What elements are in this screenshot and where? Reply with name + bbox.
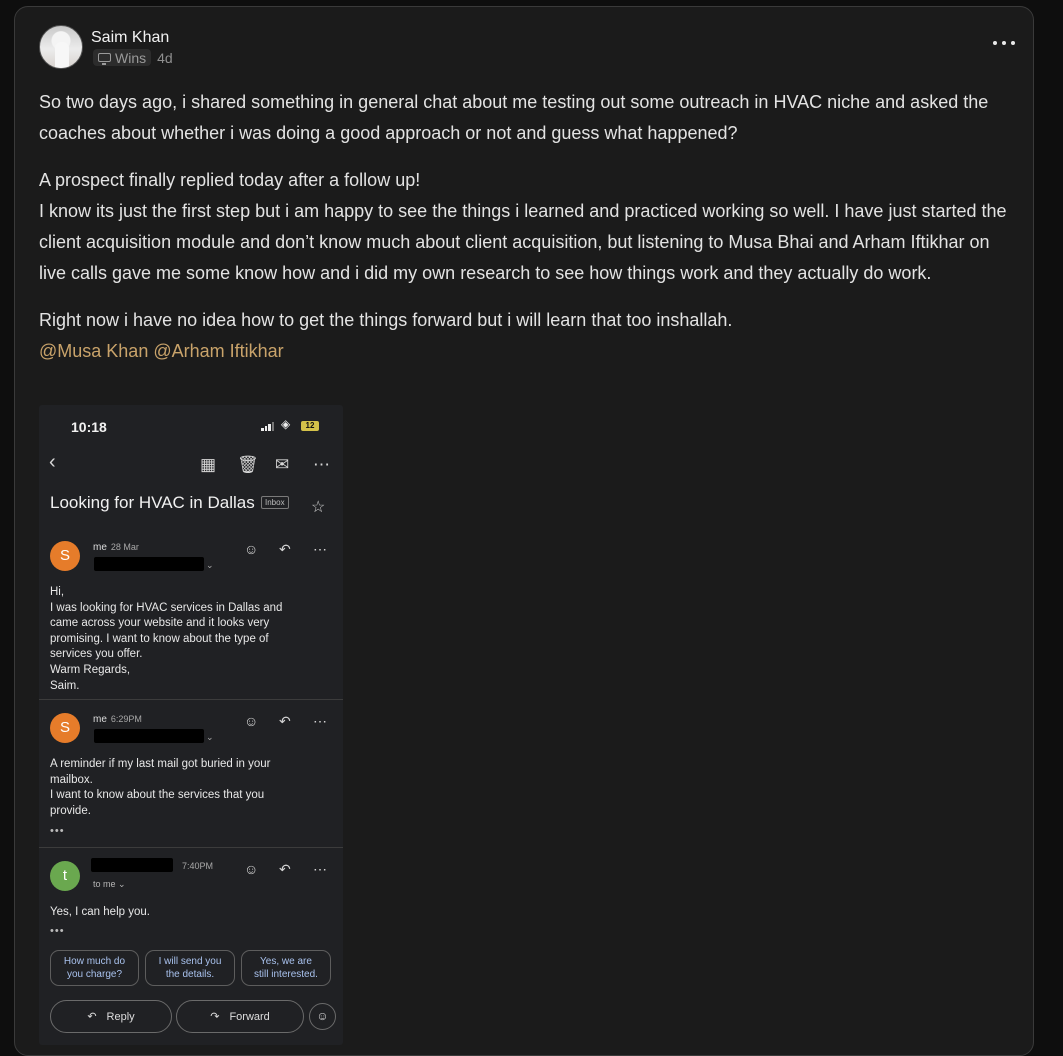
chevron-down-icon: ⌄ bbox=[206, 732, 214, 742]
message-body: A reminder if my last mail got buried in… bbox=[50, 758, 271, 817]
ellipsis-icon: ••• bbox=[50, 925, 65, 937]
divider bbox=[39, 847, 343, 848]
overflow-icon: ⋯ bbox=[313, 541, 327, 557]
message-time: 7:40PM bbox=[182, 861, 214, 871]
redacted-recipient bbox=[94, 557, 204, 571]
chevron-down-icon: ⌄ bbox=[206, 560, 214, 570]
battery-icon: 12 bbox=[301, 421, 319, 431]
status-time: 10:18 bbox=[71, 419, 107, 435]
mark-unread-icon: ✉ bbox=[275, 455, 290, 474]
author-name[interactable]: Saim Khan bbox=[91, 29, 169, 47]
smart-reply-chip: I will send you the details. bbox=[145, 950, 235, 986]
author-avatar[interactable] bbox=[39, 25, 83, 69]
emoji-icon: ☺ bbox=[244, 861, 259, 877]
message-time: 6:29PM bbox=[110, 714, 142, 724]
sender-avatar: t bbox=[50, 861, 80, 891]
forward-icon: ↷ bbox=[210, 1011, 220, 1023]
sender-name: me bbox=[93, 542, 107, 553]
sender-avatar: S bbox=[50, 713, 80, 743]
signal-icon bbox=[261, 422, 274, 431]
post-body: So two days ago, i shared something in g… bbox=[39, 87, 1009, 367]
email-screenshot-image[interactable]: 10:18 ◈ 12 ‹ ▦ 🗑 ✉ ⋯ Looking for HVAC in… bbox=[39, 405, 343, 1045]
message-body: Yes, I can help you. bbox=[50, 906, 150, 918]
reply-icon: ↶ bbox=[279, 861, 291, 877]
message-time: 28 Mar bbox=[110, 542, 139, 552]
forward-button: ↷ Forward bbox=[176, 1000, 304, 1033]
reply-icon: ↶ bbox=[87, 1011, 97, 1023]
monitor-icon bbox=[98, 53, 111, 65]
emoji-icon: ☺ bbox=[309, 1003, 336, 1030]
reply-icon: ↶ bbox=[279, 541, 291, 557]
sender-avatar: S bbox=[50, 541, 80, 571]
inbox-badge: Inbox bbox=[261, 496, 289, 509]
category-tag[interactable]: Wins bbox=[93, 49, 152, 66]
more-options-icon[interactable] bbox=[993, 35, 1015, 51]
back-icon: ‹ bbox=[49, 451, 56, 473]
overflow-icon: ⋯ bbox=[313, 455, 330, 474]
ellipsis-icon: ••• bbox=[50, 825, 65, 837]
sender-line: me 28 Mar bbox=[93, 542, 139, 553]
emoji-icon: ☺ bbox=[244, 713, 259, 729]
category-label: Wins bbox=[115, 49, 147, 66]
post-paragraph-text: Right now i have no idea how to get the … bbox=[39, 310, 733, 330]
reply-button: ↶ Reply bbox=[50, 1000, 172, 1033]
email-subject: Looking for HVAC in Dallas bbox=[50, 493, 255, 512]
overflow-icon: ⋯ bbox=[313, 861, 327, 877]
wifi-icon: ◈ bbox=[281, 417, 291, 431]
divider bbox=[39, 699, 343, 700]
post-paragraph: Right now i have no idea how to get the … bbox=[39, 305, 1009, 367]
archive-icon: ▦ bbox=[200, 455, 217, 474]
post-paragraph: A prospect finally replied today after a… bbox=[39, 170, 1007, 283]
mention-links[interactable]: @Musa Khan @Arham Iftikhar bbox=[39, 341, 284, 361]
recipient-line: to me ⌄ bbox=[93, 879, 126, 889]
sender-line: 7:40PM bbox=[178, 861, 213, 872]
emoji-icon: ☺ bbox=[244, 541, 259, 557]
star-icon: ☆ bbox=[311, 499, 326, 516]
redacted-recipient bbox=[94, 729, 204, 743]
sender-name: me bbox=[93, 714, 107, 725]
trash-icon: 🗑 bbox=[237, 455, 259, 474]
post-age: 4d bbox=[157, 49, 173, 66]
smart-reply-chip: How much do you charge? bbox=[50, 950, 139, 986]
smart-reply-chip: Yes, we are still interested. bbox=[241, 950, 331, 986]
redacted-sender bbox=[91, 858, 173, 872]
post-paragraph: So two days ago, i shared something in g… bbox=[39, 92, 989, 143]
post-meta: Wins 4d bbox=[93, 49, 173, 66]
sender-line: me 6:29PM bbox=[93, 714, 142, 725]
overflow-icon: ⋯ bbox=[313, 713, 327, 729]
reply-icon: ↶ bbox=[279, 713, 291, 729]
message-body: Hi, I was looking for HVAC services in D… bbox=[50, 586, 283, 692]
